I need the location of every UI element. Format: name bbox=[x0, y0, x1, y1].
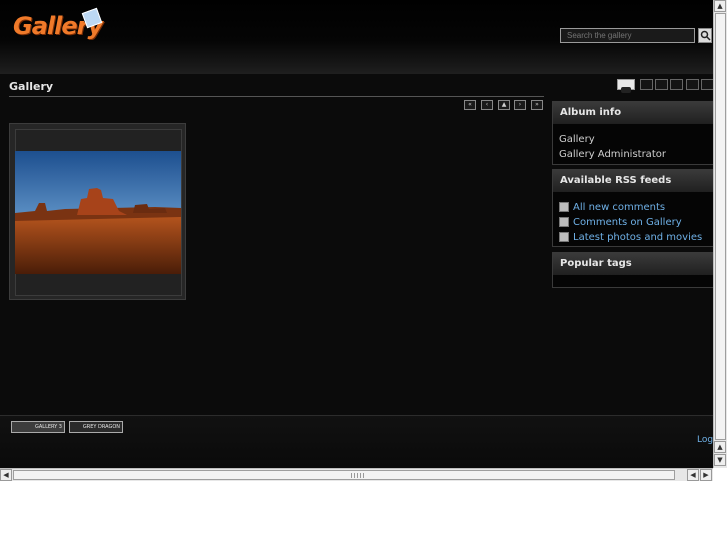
album-info-name: Gallery bbox=[559, 134, 595, 145]
rss-icon bbox=[559, 217, 569, 227]
grid-view-button-1[interactable] bbox=[640, 79, 653, 90]
horizontal-scrollbar[interactable]: ◀ ◀ ▶ bbox=[0, 468, 713, 481]
rss-icon bbox=[559, 202, 569, 212]
rss-item-latest-photos[interactable]: Latest photos and movies bbox=[553, 230, 713, 245]
album-thumbnail-image[interactable] bbox=[15, 151, 181, 274]
search-button[interactable] bbox=[698, 28, 712, 43]
rss-feeds-block: Available RSS feeds All new comments Com… bbox=[552, 169, 713, 247]
grid-view-button-3[interactable] bbox=[670, 79, 683, 90]
first-page-icon: « bbox=[468, 101, 472, 108]
browser-viewport: Gallery Gallery « ‹ ▲ › » bbox=[0, 0, 713, 468]
slideshow-button[interactable] bbox=[617, 79, 635, 93]
rss-item-all-comments[interactable]: All new comments bbox=[553, 200, 713, 215]
rss-item-label[interactable]: Comments on Gallery bbox=[573, 217, 682, 228]
parent-album-button[interactable]: ▲ bbox=[498, 100, 510, 110]
grid-view-button-4[interactable] bbox=[686, 79, 699, 90]
search-icon bbox=[700, 30, 711, 41]
next-page-icon: › bbox=[518, 101, 522, 108]
rss-feeds-title: Available RSS feeds bbox=[553, 170, 713, 192]
rss-item-gallery-comments[interactable]: Comments on Gallery bbox=[553, 215, 713, 230]
first-page-button[interactable]: « bbox=[464, 100, 476, 110]
scroll-grip-icon bbox=[351, 473, 365, 478]
scroll-up-button[interactable]: ▲ bbox=[714, 0, 726, 12]
search-input[interactable] bbox=[560, 28, 695, 43]
album-info-title: Album info bbox=[553, 102, 713, 124]
page-title: Gallery bbox=[9, 80, 54, 93]
rss-item-label[interactable]: All new comments bbox=[573, 202, 665, 213]
scroll-right-button[interactable]: ▶ bbox=[700, 469, 712, 481]
grid-view-button-2[interactable] bbox=[655, 79, 668, 90]
last-page-button[interactable]: » bbox=[531, 100, 543, 110]
site-header: Gallery bbox=[0, 0, 713, 74]
previous-page-button[interactable]: ‹ bbox=[481, 100, 493, 110]
previous-page-icon: ‹ bbox=[485, 101, 489, 108]
grey-dragon-credit-button[interactable]: GREY DRAGON bbox=[69, 421, 123, 433]
login-link[interactable]: Logi bbox=[697, 435, 713, 445]
vertical-scrollbar[interactable]: ▲ ▲ ▼ bbox=[713, 0, 727, 468]
scroll-left-button[interactable]: ◀ bbox=[0, 469, 12, 481]
vertical-scroll-thumb[interactable] bbox=[715, 13, 726, 440]
grid-view-button-5[interactable] bbox=[701, 79, 713, 90]
rss-item-label[interactable]: Latest photos and movies bbox=[573, 232, 702, 243]
scroll-up-button-bottom[interactable]: ▲ bbox=[714, 441, 726, 453]
scroll-down-button[interactable]: ▼ bbox=[714, 454, 726, 466]
rss-icon bbox=[559, 232, 569, 242]
slideshow-icon bbox=[621, 87, 631, 93]
gallery3-credit-button[interactable]: GALLERY 3 bbox=[11, 421, 65, 433]
popular-tags-block: Popular tags bbox=[552, 252, 713, 288]
title-divider bbox=[9, 96, 544, 97]
horizontal-scroll-thumb[interactable] bbox=[13, 470, 675, 480]
popular-tags-title: Popular tags bbox=[553, 253, 713, 275]
next-page-button[interactable]: › bbox=[514, 100, 526, 110]
scroll-left-button-right[interactable]: ◀ bbox=[687, 469, 699, 481]
album-info-block: Album info Gallery Gallery Administrator bbox=[552, 101, 713, 165]
album-info-owner: Gallery Administrator bbox=[559, 149, 666, 160]
last-page-icon: » bbox=[535, 101, 539, 108]
parent-album-icon: ▲ bbox=[501, 101, 507, 108]
